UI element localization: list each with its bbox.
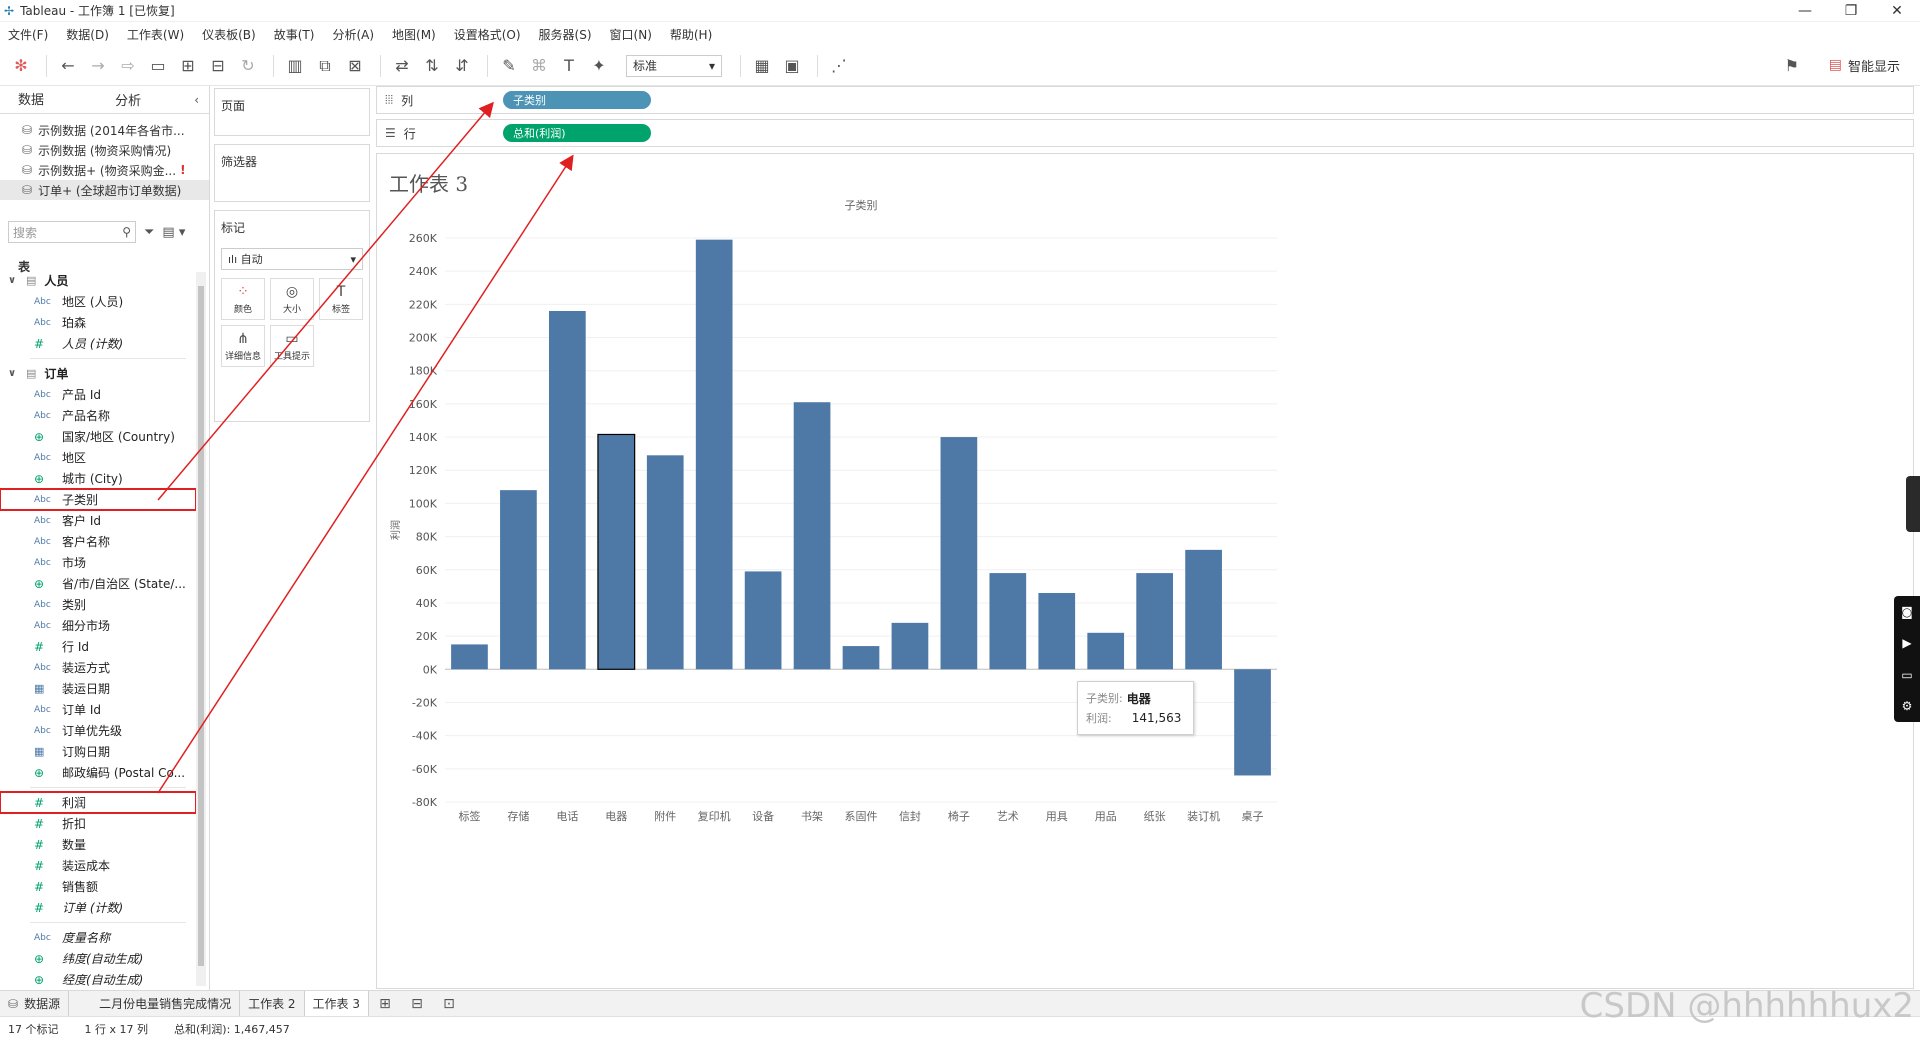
status-rows-cols: 1 行 x 17 列: [84, 1022, 149, 1036]
status-marks: 17 个标记: [8, 1022, 59, 1036]
side-handle[interactable]: [1906, 476, 1920, 532]
annotation-arrows: [157, 101, 574, 794]
window-icon[interactable]: ▭: [1901, 668, 1912, 682]
settings-icon[interactable]: ⚙: [1902, 699, 1913, 713]
video-icon[interactable]: ▶: [1902, 636, 1911, 650]
new-worksheet-icon[interactable]: ⊞: [369, 991, 401, 1016]
camera-icon[interactable]: ◙: [1901, 605, 1913, 619]
datasource-tab[interactable]: ⛁ 数据源: [0, 991, 70, 1016]
tab-label: 数据源: [24, 997, 61, 1011]
watermark: CSDN @hhhhhhux2: [1579, 986, 1914, 1026]
new-story-icon[interactable]: ⊡: [433, 991, 465, 1016]
sheet-tab-active[interactable]: 工作表 3: [304, 991, 369, 1016]
sheet-tab[interactable]: 二月份电量销售完成情况: [69, 991, 241, 1016]
sheet-tab[interactable]: 工作表 2: [240, 991, 305, 1016]
new-dashboard-icon[interactable]: ⊟: [401, 991, 433, 1016]
floating-tools: ◙ ▶ ▭ ⚙: [1894, 596, 1920, 722]
arrow-to-columns: [157, 101, 494, 501]
status-sum: 总和(利润): 1,467,457: [174, 1022, 290, 1036]
arrow-to-rows: [157, 154, 574, 794]
database-icon: ⛁: [8, 996, 19, 1011]
